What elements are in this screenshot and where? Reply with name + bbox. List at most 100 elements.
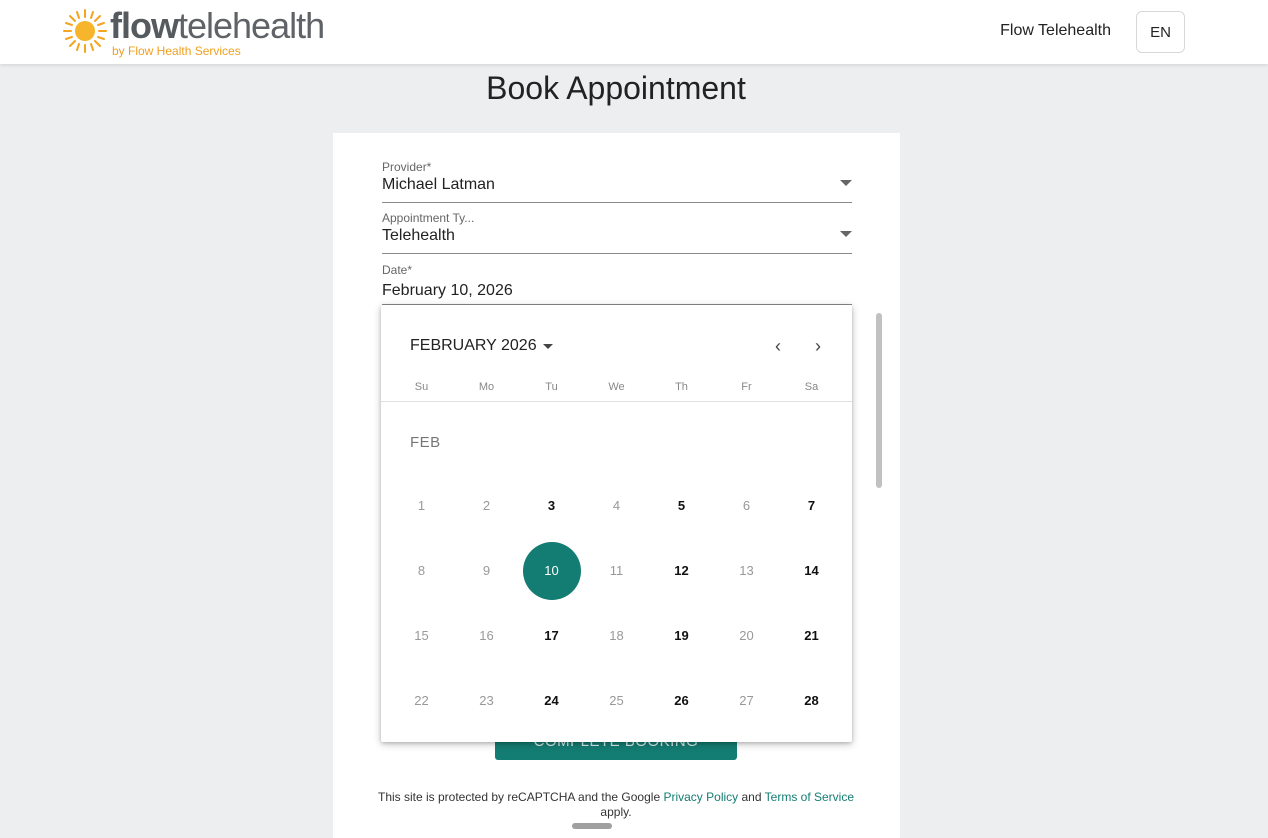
- weekday-label: Sa: [804, 381, 819, 393]
- calendar-day-number: 16: [479, 628, 494, 643]
- calendar-day-number: 12: [674, 563, 689, 578]
- calendar-day: 1: [389, 473, 454, 538]
- calendar-day[interactable]: 19: [649, 603, 714, 668]
- page-title: Book Appointment: [486, 70, 746, 106]
- chevron-left-icon[interactable]: ‹: [766, 335, 790, 359]
- calendar-day[interactable]: 3: [519, 473, 584, 538]
- calendar-day[interactable]: 12: [649, 538, 714, 603]
- horizontal-scrollbar[interactable]: [572, 823, 612, 829]
- logo-subtitle: by Flow Health Services: [112, 44, 241, 58]
- calendar-day-number: 23: [479, 693, 494, 708]
- month-year-label: FEBRUARY 2026: [410, 337, 537, 354]
- date-input[interactable]: Date* February 10, 2026: [382, 263, 852, 305]
- caret-down-icon: [840, 231, 852, 237]
- flow-telehealth-logo[interactable]: flowtelehealth by Flow Health Services: [62, 6, 362, 60]
- calendar-day-number: 3: [547, 498, 556, 513]
- calendar-day: 22: [389, 668, 454, 733]
- calendar-day: 4: [584, 473, 649, 538]
- top-navbar: flowtelehealth by Flow Health Services F…: [0, 0, 1268, 64]
- calendar-day[interactable]: 17: [519, 603, 584, 668]
- date-picker-popup: FEBRUARY 2026 ‹ › Su Mo Tu We Th Fr Sa F…: [381, 305, 852, 742]
- privacy-policy-link[interactable]: Privacy Policy: [663, 790, 738, 804]
- calendar-day-number: 6: [742, 498, 751, 513]
- calendar-day-number: 17: [544, 628, 559, 643]
- calendar-day[interactable]: 28: [779, 668, 844, 733]
- calendar-day-number: 10: [522, 541, 581, 600]
- calendar-day-number: 20: [739, 628, 754, 643]
- weekday-label: Mo: [478, 381, 495, 393]
- vertical-scrollbar[interactable]: [876, 313, 882, 488]
- weekday-label: Fr: [741, 381, 752, 393]
- date-value: February 10, 2026: [382, 282, 513, 299]
- calendar-day-number: 24: [544, 693, 559, 708]
- calendar-day-number: 21: [804, 628, 819, 643]
- weekday-label: Su: [414, 381, 429, 393]
- calendar-day-number: 11: [609, 563, 624, 578]
- calendar-day-number: 13: [739, 563, 754, 578]
- calendar-day: 8: [389, 538, 454, 603]
- calendar-day[interactable]: 7: [779, 473, 844, 538]
- language-button[interactable]: EN: [1136, 11, 1185, 53]
- calendar-day-number: 14: [804, 563, 819, 578]
- calendar-week-row: 8 9 10 11 12 13 14: [389, 538, 844, 603]
- provider-value: Michael Latman: [382, 176, 495, 193]
- caret-down-icon: [840, 180, 852, 186]
- weekday-label: Th: [675, 381, 688, 393]
- calendar-day: 11: [584, 538, 649, 603]
- calendar-day: 16: [454, 603, 519, 668]
- calendar-divider: [381, 401, 852, 402]
- weekday-header: Su Mo Tu We Th Fr Sa: [389, 381, 844, 393]
- chevron-right-icon[interactable]: ›: [806, 335, 830, 359]
- calendar-days-grid: 1 2 3 4 5 6 7 8 9 10 11 12 13 14 15 16 17 18 19 20 21 22 23 24 2…: [389, 473, 844, 733]
- provider-label: Provider*: [382, 160, 432, 174]
- calendar-day[interactable]: 26: [649, 668, 714, 733]
- calendar-day: 20: [714, 603, 779, 668]
- calendar-day-number: 22: [414, 693, 429, 708]
- calendar-week-row: 1 2 3 4 5 6 7: [389, 473, 844, 538]
- calendar-day-number: 25: [609, 693, 624, 708]
- calendar-day-number: 7: [807, 498, 816, 513]
- terms-of-service-link[interactable]: Terms of Service: [765, 790, 854, 804]
- calendar-day: 15: [389, 603, 454, 668]
- calendar-day-number: 9: [482, 563, 491, 578]
- calendar-day: 18: [584, 603, 649, 668]
- calendar-day-number: 19: [674, 628, 689, 643]
- calendar-day[interactable]: 21: [779, 603, 844, 668]
- nav-link-flow-telehealth[interactable]: Flow Telehealth: [1000, 22, 1111, 40]
- calendar-day-number: 4: [612, 498, 621, 513]
- calendar-day[interactable]: 14: [779, 538, 844, 603]
- calendar-day-number: 18: [609, 628, 624, 643]
- calendar-day: 27: [714, 668, 779, 733]
- calendar-day-number: 8: [417, 563, 426, 578]
- weekday-label: We: [608, 381, 625, 393]
- calendar-day-number: 5: [677, 498, 686, 513]
- calendar-day-selected[interactable]: 10: [519, 538, 584, 603]
- calendar-day: 2: [454, 473, 519, 538]
- calendar-day-number: 26: [674, 693, 689, 708]
- calendar-day[interactable]: 24: [519, 668, 584, 733]
- provider-select[interactable]: Provider* Michael Latman: [382, 160, 852, 203]
- calendar-day-number: 1: [417, 498, 426, 513]
- calendar-day-number: 15: [414, 628, 429, 643]
- month-section-label: FEB: [410, 434, 441, 451]
- calendar-day-number: 2: [482, 498, 491, 513]
- sun-logo-icon: [63, 9, 107, 53]
- calendar-day: 23: [454, 668, 519, 733]
- logo-wordmark: flowtelehealth: [110, 5, 325, 46]
- calendar-week-row: 15 16 17 18 19 20 21: [389, 603, 844, 668]
- appointment-type-label: Appointment Ty...: [382, 211, 475, 225]
- calendar-week-row: 22 23 24 25 26 27 28: [389, 668, 844, 733]
- calendar-day-number: 27: [739, 693, 754, 708]
- weekday-label: Tu: [545, 381, 558, 393]
- caret-down-icon: [542, 343, 553, 349]
- calendar-day: 9: [454, 538, 519, 603]
- appointment-type-value: Telehealth: [382, 227, 455, 244]
- calendar-day: 6: [714, 473, 779, 538]
- calendar-day-number: 28: [804, 693, 819, 708]
- month-year-selector[interactable]: FEBRUARY 2026: [410, 337, 553, 355]
- calendar-day: 13: [714, 538, 779, 603]
- appointment-type-select[interactable]: Appointment Ty... Telehealth: [382, 211, 852, 254]
- recaptcha-notice: This site is protected by reCAPTCHA and …: [377, 790, 855, 819]
- calendar-day[interactable]: 5: [649, 473, 714, 538]
- date-label: Date*: [382, 263, 413, 277]
